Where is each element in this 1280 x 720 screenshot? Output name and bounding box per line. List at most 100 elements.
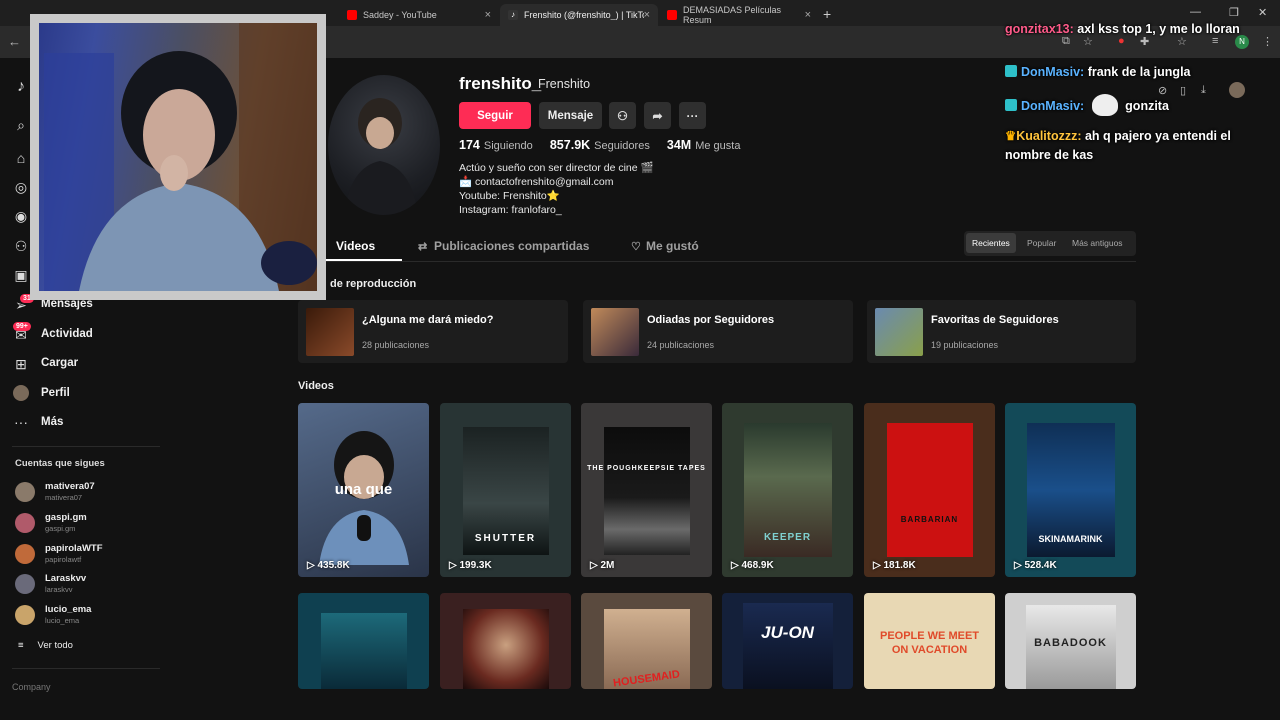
view-count-value: 468.9K [741, 560, 773, 571]
company-link[interactable]: Company [12, 682, 51, 692]
search-icon[interactable]: ⌕ [12, 116, 30, 134]
video-card[interactable]: PEOPLE WE MEET ON VACATION [864, 593, 995, 689]
browser-tab-tiktok[interactable]: ♪ Frenshito (@frenshito_) | TikTok × [500, 4, 658, 26]
chat-username: gonzitax13: [1005, 22, 1074, 36]
plus-square-icon[interactable]: ⊞ [12, 355, 30, 373]
crown-icon: ♛ [1005, 129, 1016, 143]
followers-label: Seguidores [594, 140, 650, 152]
video-card[interactable]: SHUTTER ▷ 199.3K [440, 403, 571, 577]
video-card[interactable]: JU-ON [722, 593, 853, 689]
live-icon[interactable]: ◉ [12, 207, 30, 225]
tab-reposts[interactable]: Publicaciones compartidas [434, 239, 589, 253]
sort-toggle: Recientes Popular Más antiguos [964, 231, 1136, 256]
tiktok-logo-icon[interactable]: ♪ [12, 78, 30, 96]
share-icon[interactable]: ➦ [644, 102, 671, 129]
message-button[interactable]: Mensaje [539, 102, 602, 129]
account-name: mativera07 [45, 481, 95, 492]
profile-username: frenshito_ [459, 74, 541, 94]
close-window-icon[interactable]: ✕ [1258, 6, 1267, 19]
view-count: ▷ 2M [590, 560, 614, 571]
sidebar-item-activity[interactable]: Actividad [41, 328, 93, 340]
view-count: ▷ 181.8K [873, 560, 916, 571]
new-tab-icon[interactable]: + [823, 6, 831, 22]
sidebar-item-more[interactable]: Más [41, 416, 63, 428]
videos-title: Videos [298, 380, 334, 392]
video-caption: SHUTTER [440, 533, 571, 544]
video-card[interactable]: THE POUGHKEEPSIE TAPES ▷ 2M [581, 403, 712, 577]
following-account[interactable]: Laraskvv laraskvv [15, 571, 165, 597]
video-card[interactable]: SKINAMARINK ▷ 528.4K [1005, 403, 1136, 577]
sort-popular[interactable]: Popular [1027, 238, 1056, 248]
movie-poster [887, 423, 973, 557]
video-caption: BABADOOK [1005, 637, 1136, 649]
account-handle: gaspi.gm [45, 524, 75, 533]
account-name: papirolaWTF [45, 543, 103, 554]
tab-videos[interactable]: Videos [336, 239, 375, 253]
followers-count: 857.9K [550, 138, 590, 152]
divider [298, 261, 1136, 262]
minimize-icon[interactable]: — [1190, 6, 1201, 18]
divider [12, 446, 160, 447]
more-icon[interactable]: ··· [12, 413, 30, 431]
playlist-card[interactable]: ¿Alguna me dará miedo? 28 publicaciones [298, 300, 568, 363]
playlist-card[interactable]: Odiadas por Seguidores 24 publicaciones [583, 300, 853, 363]
following-account[interactable]: gaspi.gm gaspi.gm [15, 510, 165, 536]
see-all-link[interactable]: ≡Ver todo [18, 640, 73, 651]
explore-icon[interactable]: ◎ [12, 178, 30, 196]
bio-line: 📩 contactofrenshito@gmail.com [459, 175, 654, 189]
chat-message: DonMasiv: frank de la jungla [1005, 63, 1245, 82]
following-account[interactable]: papirolaWTF papirolawtf [15, 541, 165, 567]
following-account[interactable]: lucio_ema lucio_ema [15, 602, 165, 628]
close-icon[interactable]: × [805, 9, 811, 21]
sort-recent[interactable]: Recientes [966, 233, 1016, 253]
bio-line: Youtube: Frenshito⭐ [459, 189, 654, 203]
video-card[interactable]: HOUSEMAID [581, 593, 712, 689]
account-handle: lucio_ema [45, 616, 79, 625]
account-handle: papirolawtf [45, 555, 81, 564]
following-account[interactable]: mativera07 mativera07 [15, 479, 165, 505]
sort-oldest[interactable]: Más antiguos [1072, 238, 1123, 248]
view-count: ▷ 468.9K [731, 560, 774, 571]
sidebar-item-profile[interactable]: Perfil [41, 387, 70, 399]
view-count-value: 181.8K [883, 560, 915, 571]
playlist-thumbnail [591, 308, 639, 356]
video-card[interactable] [440, 593, 571, 689]
close-icon[interactable]: × [644, 9, 650, 21]
back-icon[interactable]: ← [8, 34, 21, 49]
browser-tab-youtube[interactable]: Saddey - YouTube × [339, 4, 499, 26]
following-section-title: Cuentas que sigues [15, 458, 105, 469]
more-options-icon[interactable]: ··· [679, 102, 706, 129]
tv-icon[interactable]: ▣ [12, 266, 30, 284]
tab-liked[interactable]: Me gustó [646, 239, 699, 253]
movie-poster [604, 427, 690, 555]
account-handle: laraskvv [45, 585, 73, 594]
close-icon[interactable]: × [485, 9, 491, 21]
heart-icon: ♡ [631, 240, 641, 253]
view-count: ▷ 199.3K [449, 560, 492, 571]
maximize-icon[interactable]: ❐ [1229, 6, 1239, 19]
view-count-value: 528.4K [1024, 560, 1056, 571]
webcam-feed [39, 23, 317, 291]
video-card[interactable]: BABADOOK [1005, 593, 1136, 689]
avatar[interactable] [12, 384, 30, 402]
video-card[interactable] [298, 593, 429, 689]
chat-username: DonMasiv: [1021, 65, 1084, 79]
playlist-card[interactable]: Favoritas de Seguidores 19 publicaciones [867, 300, 1136, 363]
follow-button[interactable]: Seguir [459, 102, 531, 129]
following-icon[interactable]: ⚇ [12, 237, 30, 255]
menu-icon[interactable]: ⋮ [1262, 35, 1273, 48]
chat-text: gonzita [1125, 99, 1169, 113]
account-name: Laraskvv [45, 573, 86, 584]
activity-badge: 99+ [13, 322, 31, 331]
playlist-title: Favoritas de Seguidores [931, 314, 1059, 326]
video-card[interactable]: BARBARIAN ▷ 181.8K [864, 403, 995, 577]
playlist-count: 24 publicaciones [647, 340, 714, 350]
browser-tab-movies[interactable]: DEMASIADAS Películas Resum × [659, 4, 819, 26]
profile-avatar [328, 75, 440, 215]
home-icon[interactable]: ⌂ [12, 149, 30, 167]
add-friend-icon[interactable]: ⚇ [609, 102, 636, 129]
profile-stats: 174Siguiendo 857.9KSeguidores 34MMe gust… [459, 138, 754, 152]
video-card[interactable]: KEEPER ▷ 468.9K [722, 403, 853, 577]
sidebar-item-upload[interactable]: Cargar [41, 357, 78, 369]
video-card[interactable]: una que ▷ 435.8K [298, 403, 429, 577]
